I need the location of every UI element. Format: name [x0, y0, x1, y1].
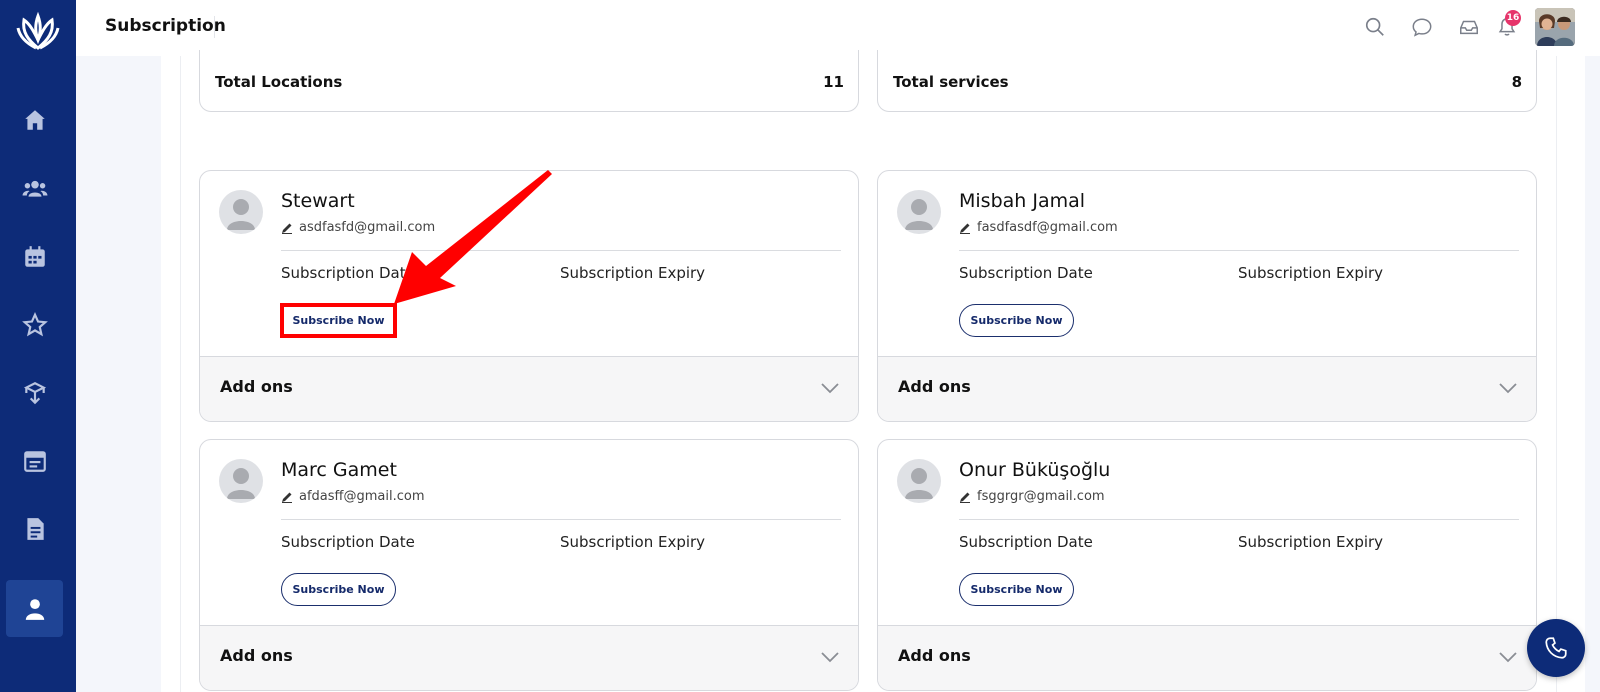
sidebar-item-home[interactable]: [6, 91, 63, 148]
stat-card-services: Total services 8: [877, 50, 1537, 112]
addons-accordion[interactable]: Add ons: [878, 625, 1536, 690]
addons-accordion[interactable]: Add ons: [200, 356, 858, 421]
avatar: [219, 459, 263, 503]
pencil-icon: [282, 492, 292, 503]
subscribe-now-button[interactable]: Subscribe Now: [281, 573, 396, 606]
chevron-down-icon: [1499, 652, 1517, 663]
sidebar-item-packages[interactable]: [6, 364, 63, 421]
home-icon: [24, 109, 45, 130]
notification-badge: 16: [1505, 10, 1521, 26]
pencil-icon: [282, 223, 292, 234]
stat-label: Total Locations: [215, 73, 343, 91]
subscription-date-label: Subscription Date: [959, 533, 1093, 551]
subscription-date-label: Subscription Date: [959, 264, 1093, 282]
addons-label: Add ons: [898, 646, 971, 665]
subscription-date-label: Subscription Date: [281, 264, 415, 282]
subscription-expiry-label: Subscription Expiry: [560, 264, 706, 282]
schedule-icon: [23, 450, 46, 472]
addons-label: Add ons: [220, 377, 293, 396]
chevron-down-icon: [821, 383, 839, 394]
brand-logo[interactable]: [14, 10, 62, 54]
subscriber-email-row: fasdfasdf@gmail.com: [959, 220, 1118, 235]
addons-label: Add ons: [220, 646, 293, 665]
subscriber-card: Stewart asdfasfd@gmail.com Subscription …: [199, 170, 859, 422]
page-title: Subscription: [105, 16, 226, 36]
subscriber-name: Onur Büküşoğlu: [959, 459, 1111, 481]
sidebar-item-subscription[interactable]: [6, 580, 63, 637]
sidebar-item-users[interactable]: [6, 160, 63, 217]
avatar: [219, 190, 263, 234]
subscription-expiry-label: Subscription Expiry: [1238, 264, 1384, 282]
addons-label: Add ons: [898, 377, 971, 396]
chevron-down-icon: [821, 652, 839, 663]
user-avatar[interactable]: [1535, 8, 1575, 46]
stat-value: 11: [823, 73, 844, 91]
inbox-icon: [1460, 20, 1478, 35]
subscriber-email-row: asdfasfd@gmail.com: [281, 220, 435, 235]
sidebar-item-reports[interactable]: [6, 500, 63, 557]
card-divider: [281, 519, 841, 520]
card-divider: [959, 519, 1519, 520]
subscriber-email: afdasff@gmail.com: [299, 489, 425, 504]
pencil-icon: [960, 492, 970, 503]
sidebar-item-favorites[interactable]: [6, 296, 63, 353]
panel-border-right: [1556, 56, 1557, 692]
users-icon: [22, 180, 47, 197]
phone-icon: [1545, 637, 1567, 659]
subscriber-email-row: afdasff@gmail.com: [281, 489, 425, 504]
sidebar-item-schedule[interactable]: [6, 432, 63, 489]
subscriber-card: Misbah Jamal fasdfasdf@gmail.com Subscri…: [877, 170, 1537, 422]
calendar-icon: [24, 245, 45, 267]
stat-card-locations: Total Locations 11: [199, 50, 859, 112]
stat-value: 8: [1511, 73, 1522, 91]
subscriber-name: Marc Gamet: [281, 459, 397, 481]
subscribe-now-button[interactable]: Subscribe Now: [959, 304, 1074, 337]
subscriber-card: Onur Büküşoğlu fsggrgr@gmail.com Subscri…: [877, 439, 1537, 691]
chat-icon: [1412, 18, 1432, 37]
subscriber-name: Misbah Jamal: [959, 190, 1086, 212]
chevron-down-icon: [1499, 383, 1517, 394]
panel-border-left: [180, 56, 181, 692]
subscriber-name: Stewart: [281, 190, 355, 212]
subscriber-email: fasdfasdf@gmail.com: [977, 220, 1118, 235]
chat-button[interactable]: [1409, 14, 1435, 40]
box-icon: [23, 381, 46, 404]
search-button[interactable]: [1362, 14, 1388, 40]
addons-accordion[interactable]: Add ons: [200, 625, 858, 690]
document-icon: [26, 517, 44, 540]
star-icon: [21, 311, 48, 336]
sidebar: [0, 0, 76, 692]
subscriber-email: asdfasfd@gmail.com: [299, 220, 436, 235]
subscription-expiry-label: Subscription Expiry: [560, 533, 706, 551]
subscription-expiry-label: Subscription Expiry: [1238, 533, 1384, 551]
inbox-button[interactable]: [1456, 14, 1482, 40]
subscriber-email-row: fsggrgr@gmail.com: [959, 489, 1105, 504]
card-divider: [959, 250, 1519, 251]
stat-label: Total services: [893, 73, 1009, 91]
subscriber-card: Marc Gamet afdasff@gmail.com Subscriptio…: [199, 439, 859, 691]
sidebar-item-calendar[interactable]: [6, 228, 63, 285]
subscriber-email: fsggrgr@gmail.com: [977, 489, 1105, 504]
avatar: [897, 459, 941, 503]
title-divider: [214, 16, 215, 38]
person-icon: [25, 598, 44, 620]
call-button[interactable]: [1527, 619, 1585, 677]
subscribe-now-button[interactable]: Subscribe Now: [280, 303, 397, 338]
card-divider: [281, 250, 841, 251]
avatar: [897, 190, 941, 234]
search-icon: [1365, 17, 1384, 36]
addons-accordion[interactable]: Add ons: [878, 356, 1536, 421]
subscribe-now-button[interactable]: Subscribe Now: [959, 573, 1074, 606]
subscription-date-label: Subscription Date: [281, 533, 415, 551]
pencil-icon: [960, 223, 970, 234]
